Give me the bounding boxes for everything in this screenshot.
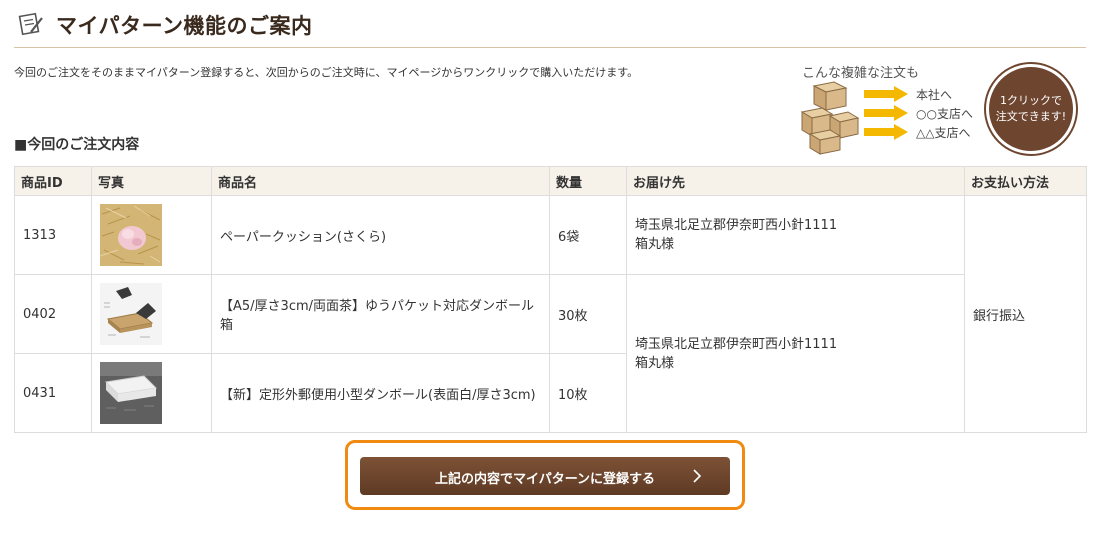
table-row: 1313 ペーパークッション(さくら) 6袋 埼玉県北足立郡伊奈町西小針1111… [14, 195, 1087, 433]
product-photo-cell [91, 353, 212, 433]
one-click-badge: 1クリックで 注文できます! [986, 64, 1076, 154]
register-pattern-focus-ring: 上記の内容でマイパターンに登録する [345, 440, 745, 510]
register-pattern-button[interactable]: 上記の内容でマイパターンに登録する [360, 457, 730, 495]
delivery-recipient: 箱丸様 [635, 237, 675, 252]
column-header-photo: 写真 [91, 166, 212, 196]
arrow-right-icon [864, 86, 908, 102]
paper-cushion-photo [100, 204, 162, 266]
promo-destination: △△支店へ [916, 126, 971, 140]
product-photo-cell [91, 274, 212, 354]
product-quantity: 10枚 [549, 353, 627, 433]
product-quantity: 6袋 [549, 195, 627, 275]
delivery-recipient: 箱丸様 [635, 355, 675, 371]
payment-method: 銀行振込 [964, 195, 1087, 433]
product-id: 0402 [14, 274, 92, 354]
column-header-payment: お支払い方法 [964, 166, 1087, 196]
promo-caption: こんな複雑な注文も [802, 66, 920, 81]
delivery-address: 埼玉県北足立郡伊奈町西小針1111 [635, 218, 838, 233]
product-id: 0431 [14, 353, 92, 433]
badge-line: 1クリックで [1000, 94, 1062, 107]
column-header-qty: 数量 [549, 166, 627, 196]
product-name: 【新】定形外郵便用小型ダンボール(表面白/厚さ3cm) [211, 353, 550, 433]
column-header-name: 商品名 [211, 166, 550, 196]
delivery-address-cell: 埼玉県北足立郡伊奈町西小針1111 箱丸様 [626, 195, 965, 275]
white-box-photo [100, 362, 162, 424]
page-title: マイパターン機能のご案内 [56, 14, 313, 38]
order-table: 商品ID 写真 商品名 数量 お届け先 お支払い方法 1313 ペーパークッショ… [14, 166, 1087, 433]
column-header-destination: お届け先 [626, 166, 965, 196]
notepad-pencil-icon [18, 12, 43, 36]
promo-destination: ○○支店へ [916, 107, 973, 121]
product-id: 1313 [14, 195, 92, 275]
promo-destination: 本社へ [916, 88, 953, 102]
product-quantity: 30枚 [549, 274, 627, 354]
product-name: ペーパークッション(さくら) [211, 195, 550, 275]
badge-line: 注文できます! [995, 110, 1067, 123]
arrow-right-icon [864, 124, 908, 140]
arrow-right-icon [864, 105, 908, 121]
table-row: 0402 【A5/厚さ3cm/両面茶】ゆうパケット対応ダンボール箱 30枚 埼玉… [14, 274, 1087, 433]
delivery-address: 埼玉県北足立郡伊奈町西小針1111 [635, 336, 838, 352]
delivery-address-cell: 埼玉県北足立郡伊奈町西小針1111 箱丸様 [626, 274, 965, 433]
column-header-id: 商品ID [14, 166, 92, 196]
promo-banner: こんな複雑な注文も 本社へ ○○支店へ △△支店へ 1クリックで 注文できます! [796, 60, 1088, 160]
intro-text: 今回のご注文をそのままマイパターン登録すると、次回からのご注文時に、マイページか… [14, 66, 639, 79]
a5-box-photo [100, 283, 162, 345]
chevron-right-icon [693, 469, 702, 483]
product-name: 【A5/厚さ3cm/両面茶】ゆうパケット対応ダンボール箱 [211, 274, 550, 354]
cardboard-boxes-icon [800, 81, 860, 155]
page-header: マイパターン機能のご案内 [14, 0, 1086, 48]
register-pattern-label: 上記の内容でマイパターンに登録する [434, 472, 656, 487]
product-photo-cell [91, 195, 212, 275]
section-title: ■今回のご注文内容 [14, 137, 140, 153]
table-header-row: 商品ID 写真 商品名 数量 お届け先 お支払い方法 [14, 166, 1087, 196]
